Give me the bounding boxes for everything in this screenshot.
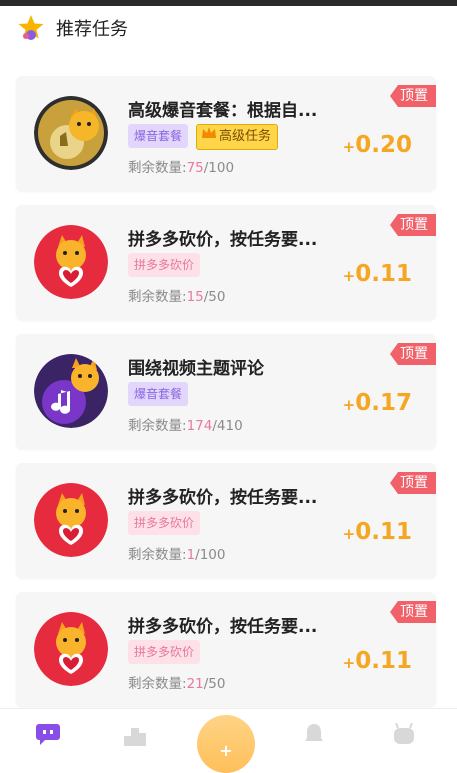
remaining-total: /50	[203, 676, 226, 692]
reward-amount: +0.20	[343, 132, 412, 158]
task-tags: 拼多多砍价	[128, 640, 201, 664]
tag-badge: 爆音套餐	[128, 382, 189, 406]
tab-profile[interactable]	[390, 722, 418, 750]
tag-badge: 拼多多砍价	[128, 511, 201, 535]
remaining-count: 剩余数量:174/410	[128, 414, 243, 434]
reward-value: 0.11	[355, 648, 412, 674]
section-header: 推荐任务	[16, 10, 128, 46]
remaining-current: 21	[186, 676, 204, 692]
remaining-total: /100	[203, 160, 235, 176]
reward-plus: +	[342, 525, 356, 543]
reward-plus: +	[342, 654, 356, 672]
bottom-tab-bar: +	[0, 708, 457, 773]
remaining-label: 剩余数量:	[128, 289, 187, 305]
reward-value: 0.20	[355, 132, 412, 158]
task-tags: 爆音套餐	[128, 382, 189, 406]
chat-bubble-icon	[35, 722, 61, 750]
task-card[interactable]: 顶置 围绕视频主题评论 爆音套餐 剩余数量:174/410 +0.17	[16, 334, 436, 449]
reward-value: 0.17	[355, 390, 412, 416]
premium-tag-label: 高级任务	[219, 129, 272, 144]
page-title: 推荐任务	[56, 19, 128, 40]
remaining-count: 剩余数量:21/50	[128, 672, 225, 692]
tab-notifications[interactable]	[300, 722, 328, 750]
reward-plus: +	[342, 267, 356, 285]
task-card[interactable]: 顶置 高级爆音套餐：根据自... 爆音套餐 高级任务 剩余数量:75/100 +…	[16, 76, 436, 191]
red-cat-avatar-icon	[34, 225, 108, 299]
red-cat-avatar-icon	[34, 483, 108, 557]
task-tags: 拼多多砍价	[128, 511, 201, 535]
reward-plus: +	[342, 138, 356, 156]
tag-badge: 爆音套餐	[128, 124, 189, 148]
remaining-current: 75	[186, 160, 204, 176]
pin-badge: 顶置	[390, 343, 436, 365]
remaining-total: /50	[203, 289, 226, 305]
premium-tag-badge: 高级任务	[196, 124, 279, 150]
remaining-label: 剩余数量:	[128, 418, 187, 434]
purple-cat-music-avatar-icon	[34, 354, 108, 428]
reward-amount: +0.11	[343, 519, 412, 545]
remaining-count: 剩余数量:1/100	[128, 543, 225, 563]
remaining-label: 剩余数量:	[128, 676, 187, 692]
pin-badge: 顶置	[390, 85, 436, 107]
reward-amount: +0.17	[343, 390, 412, 416]
task-title: 围绕视频主题评论	[128, 359, 264, 379]
pin-badge: 顶置	[390, 214, 436, 236]
reward-value: 0.11	[355, 519, 412, 545]
reward-amount: +0.11	[343, 648, 412, 674]
reward-plus: +	[342, 396, 356, 414]
tag-badge: 拼多多砍价	[128, 640, 201, 664]
remaining-label: 剩余数量:	[128, 547, 187, 563]
remaining-count: 剩余数量:15/50	[128, 285, 225, 305]
tab-messages[interactable]	[34, 722, 62, 750]
pin-badge: 顶置	[390, 472, 436, 494]
task-card[interactable]: 顶置 拼多多砍价，按任务要... 拼多多砍价 剩余数量:15/50 +0.11	[16, 205, 436, 320]
task-card[interactable]: 顶置 拼多多砍价，按任务要... 拼多多砍价 剩余数量:21/50 +0.11	[16, 592, 436, 707]
star-icon	[16, 13, 46, 43]
remaining-current: 1	[186, 547, 196, 563]
remaining-count: 剩余数量:75/100	[128, 156, 234, 176]
reward-amount: +0.11	[343, 261, 412, 287]
remaining-total: /410	[212, 418, 243, 434]
task-title: 拼多多砍价，按任务要...	[128, 617, 318, 637]
task-tags: 拼多多砍价	[128, 253, 201, 277]
bell-icon	[302, 722, 326, 750]
tag-badge: 拼多多砍价	[128, 253, 201, 277]
task-tags: 爆音套餐 高级任务	[128, 124, 279, 150]
tab-ranking[interactable]	[121, 722, 149, 750]
remaining-current: 15	[186, 289, 204, 305]
reward-value: 0.11	[355, 261, 412, 287]
task-card[interactable]: 顶置 拼多多砍价，按任务要... 拼多多砍价 剩余数量:1/100 +0.11	[16, 463, 436, 578]
remaining-total: /100	[195, 547, 226, 563]
pin-badge: 顶置	[390, 601, 436, 623]
task-title: 拼多多砍价，按任务要...	[128, 488, 318, 508]
plus-label: +	[219, 741, 233, 760]
robot-face-icon	[391, 722, 417, 750]
remaining-label: 剩余数量:	[128, 160, 187, 176]
task-title: 高级爆音套餐：根据自...	[128, 101, 318, 121]
red-cat-avatar-icon	[34, 612, 108, 686]
gold-cat-avatar-icon	[34, 96, 108, 170]
crown-icon	[201, 125, 217, 149]
remaining-current: 174	[186, 418, 213, 434]
task-title: 拼多多砍价，按任务要...	[128, 230, 318, 250]
tab-publish-button[interactable]: +	[197, 715, 255, 773]
status-bar	[0, 0, 457, 6]
podium-icon	[122, 722, 148, 750]
